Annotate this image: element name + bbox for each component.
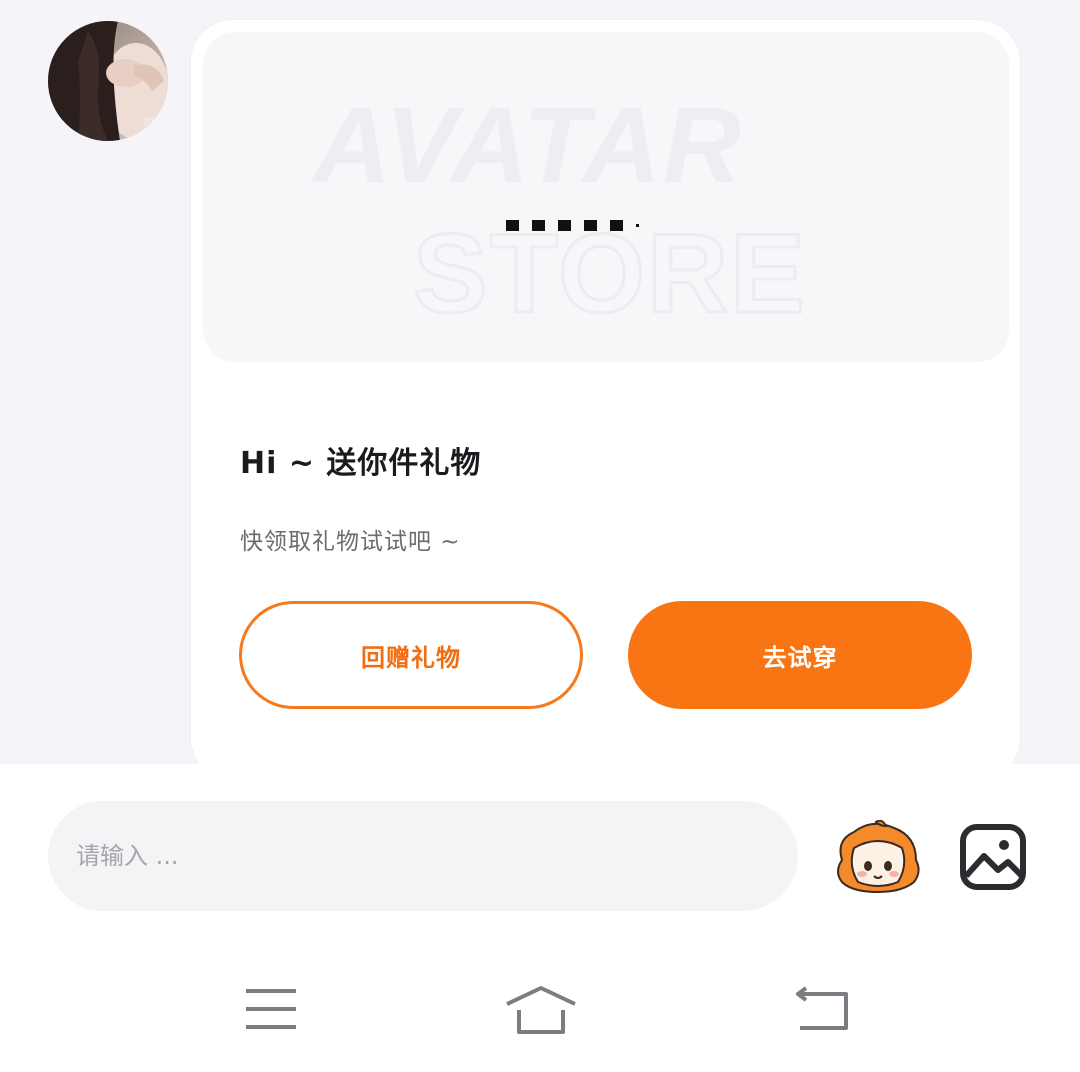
sender-avatar[interactable] xyxy=(48,21,168,141)
return-gift-button[interactable]: 回赠礼物 xyxy=(239,601,583,709)
chat-area: AVATAR STORE Hi ~ 送你件礼物 快领取礼物试试吧 ~ 回赠礼物 … xyxy=(0,0,1080,780)
back-icon xyxy=(796,986,848,1030)
avatar-store-banner: AVATAR STORE xyxy=(203,32,1009,362)
nav-menu-button[interactable] xyxy=(232,984,312,1038)
gift-card: AVATAR STORE Hi ~ 送你件礼物 快领取礼物试试吧 ~ 回赠礼物 … xyxy=(191,20,1020,780)
nav-home-button[interactable] xyxy=(501,984,581,1038)
home-icon xyxy=(506,986,576,1034)
mascot-sticker-button[interactable] xyxy=(832,819,924,894)
banner-word-avatar: AVATAR xyxy=(310,84,743,205)
nav-back-button[interactable] xyxy=(784,984,864,1038)
system-nav-bar xyxy=(0,946,1080,1072)
try-on-button[interactable]: 去试穿 xyxy=(628,601,972,709)
gift-card-subtitle: 快领取礼物试试吧 ~ xyxy=(240,529,461,555)
user-avatar-photo-icon xyxy=(48,21,168,141)
loading-indicator xyxy=(506,220,639,231)
gift-card-title: Hi ~ 送你件礼物 xyxy=(240,446,482,481)
image-picker-button[interactable] xyxy=(958,822,1028,892)
mascot-sticker-icon xyxy=(837,819,920,894)
image-icon xyxy=(960,824,1026,890)
message-input[interactable] xyxy=(48,801,798,911)
avatar-store-watermark: AVATAR STORE xyxy=(310,84,806,338)
message-input-bar xyxy=(0,764,1080,946)
menu-icon xyxy=(246,989,296,1029)
